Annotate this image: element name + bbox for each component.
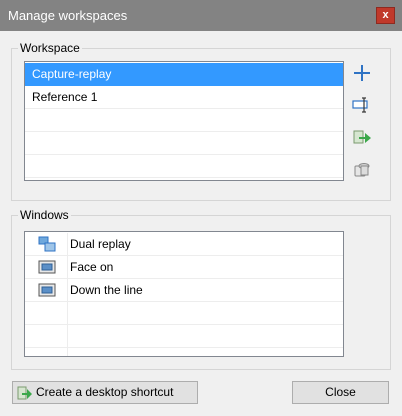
workspace-list[interactable]: Capture-replay Reference 1 <box>24 61 344 181</box>
dual-replay-icon <box>25 233 68 255</box>
delete-workspace-icon[interactable] <box>352 160 372 178</box>
create-shortcut-label: Create a desktop shortcut <box>36 385 174 399</box>
workspace-item-label: Reference 1 <box>32 90 98 104</box>
window-item-label: Face on <box>70 260 114 274</box>
window-item-label: Dual replay <box>70 237 131 251</box>
window-item[interactable]: Down the line <box>25 279 343 302</box>
screen-icon <box>25 279 68 301</box>
close-button[interactable]: Close <box>292 381 389 404</box>
window-item[interactable]: Dual replay <box>25 233 343 256</box>
title-bar: Manage workspaces x <box>0 0 402 31</box>
empty-cell <box>25 302 68 324</box>
create-shortcut-button[interactable]: Create a desktop shortcut <box>12 381 198 404</box>
workspace-item-label: Capture-replay <box>32 67 112 81</box>
empty-row <box>25 109 343 132</box>
workspace-item[interactable]: Reference 1 <box>25 86 343 109</box>
add-workspace-icon[interactable] <box>352 64 372 82</box>
empty-cell <box>25 348 68 356</box>
empty-row <box>25 132 343 155</box>
windows-group-label: Windows <box>18 208 71 222</box>
window-item-label: Down the line <box>70 283 143 297</box>
close-label: Close <box>325 385 356 399</box>
empty-row <box>25 325 343 348</box>
window-item[interactable]: Face on <box>25 256 343 279</box>
empty-row <box>25 348 343 356</box>
empty-row <box>25 302 343 325</box>
workspace-item[interactable]: Capture-replay <box>25 63 343 86</box>
workspace-group-label: Workspace <box>18 41 82 55</box>
empty-cell <box>25 325 68 347</box>
load-workspace-icon[interactable] <box>352 128 372 146</box>
shortcut-icon <box>17 385 33 401</box>
close-window-button[interactable]: x <box>376 7 395 24</box>
windows-list[interactable]: Dual replay Face on Down the line <box>24 231 344 357</box>
screen-icon <box>25 256 68 278</box>
rename-workspace-icon[interactable] <box>352 96 372 114</box>
window-title: Manage workspaces <box>8 8 128 23</box>
empty-row <box>25 155 343 178</box>
